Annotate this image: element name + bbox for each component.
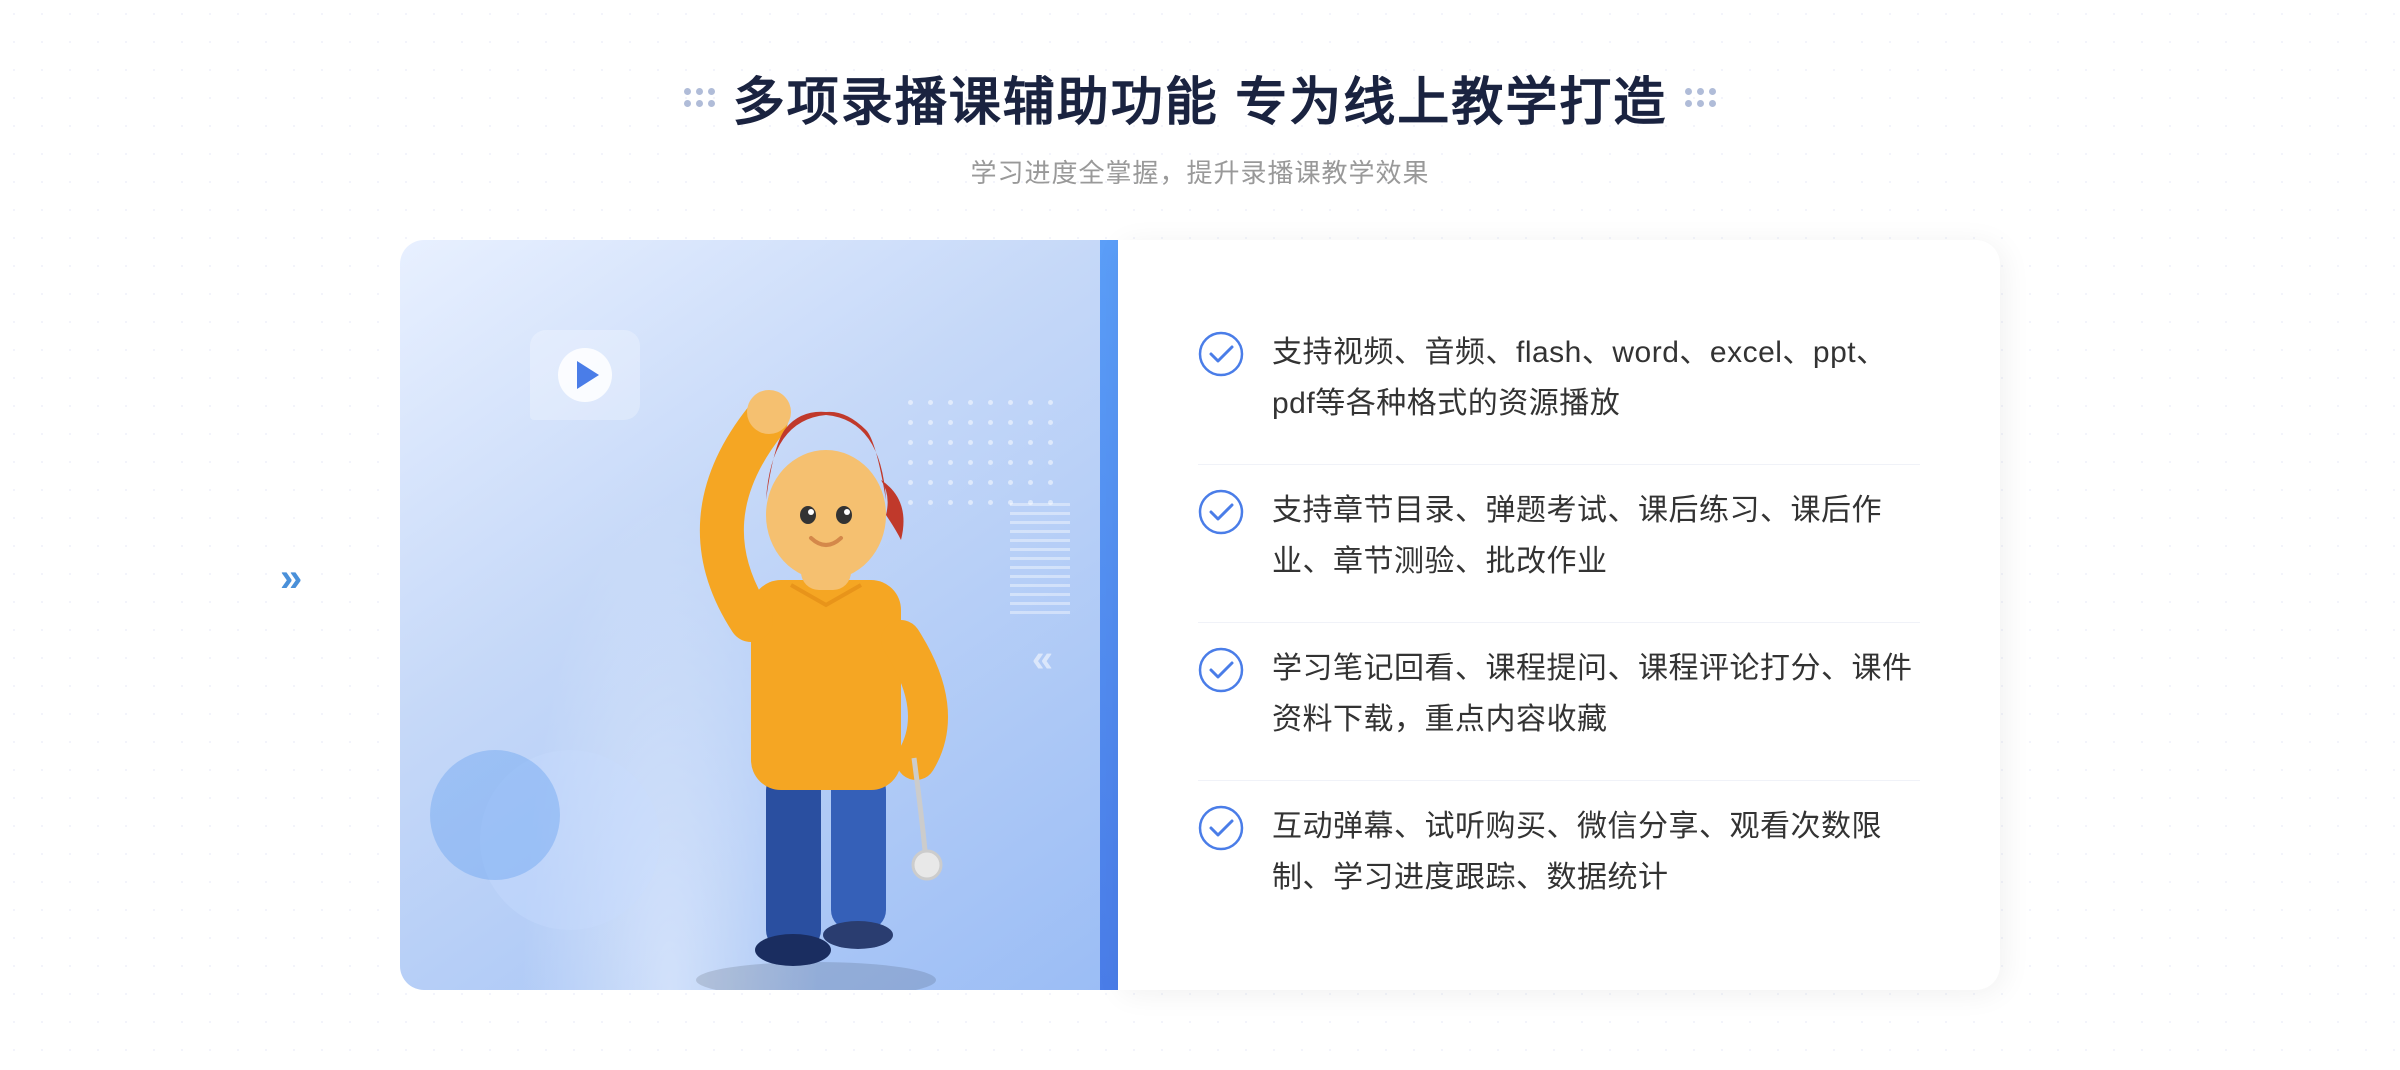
content-area: « 支持视频、音频、flash、word、excel、ppt、pdf等各种格式的… [400, 240, 2000, 990]
check-icon-3 [1198, 647, 1244, 693]
check-icon-4 [1198, 805, 1244, 851]
feature-item-3: 学习笔记回看、课程提问、课程评论打分、课件资料下载，重点内容收藏 [1198, 622, 1920, 765]
right-chevrons: « [1032, 638, 1045, 681]
outer-arrow-decoration: » [280, 556, 302, 601]
check-icon-2 [1198, 489, 1244, 535]
page-wrapper: 多项录播课辅助功能 专为线上教学打造 学习进度全掌握，提升录播课教学效果 » [0, 0, 2400, 1070]
feature-text-3: 学习笔记回看、课程提问、课程评论打分、课件资料下载，重点内容收藏 [1272, 643, 1920, 745]
feature-item-4: 互动弹幕、试听购买、微信分享、观看次数限制、学习进度跟踪、数据统计 [1198, 780, 1920, 923]
check-icon-1 [1198, 331, 1244, 377]
left-dots-icon [684, 88, 715, 107]
stripe-decoration [1010, 500, 1070, 620]
play-button-icon [558, 348, 612, 402]
main-title: 多项录播课辅助功能 专为线上教学打造 [733, 60, 1667, 135]
feature-item-1: 支持视频、音频、flash、word、excel、ppt、pdf等各种格式的资源… [1198, 307, 1920, 449]
feature-text-1: 支持视频、音频、flash、word、excel、ppt、pdf等各种格式的资源… [1272, 327, 1920, 429]
blue-separator-bar [1100, 240, 1118, 990]
subtitle: 学习进度全掌握，提升录播课教学效果 [684, 153, 1716, 190]
title-row: 多项录播课辅助功能 专为线上教学打造 [684, 60, 1716, 135]
feature-text-2: 支持章节目录、弹题考试、课后练习、课后作业、章节测验、批改作业 [1272, 485, 1920, 587]
illustration-wrapper: « [400, 240, 1100, 990]
circle-blue [430, 750, 560, 880]
person-figure [636, 340, 1016, 990]
features-panel: 支持视频、音频、flash、word、excel、ppt、pdf等各种格式的资源… [1118, 240, 2000, 990]
feature-text-4: 互动弹幕、试听购买、微信分享、观看次数限制、学习进度跟踪、数据统计 [1272, 801, 1920, 903]
play-bubble [530, 330, 640, 420]
right-dots-icon [1685, 88, 1716, 107]
header-section: 多项录播课辅助功能 专为线上教学打造 学习进度全掌握，提升录播课教学效果 [684, 60, 1716, 190]
feature-item-2: 支持章节目录、弹题考试、课后练习、课后作业、章节测验、批改作业 [1198, 464, 1920, 607]
illustration-bg: « [400, 240, 1100, 990]
